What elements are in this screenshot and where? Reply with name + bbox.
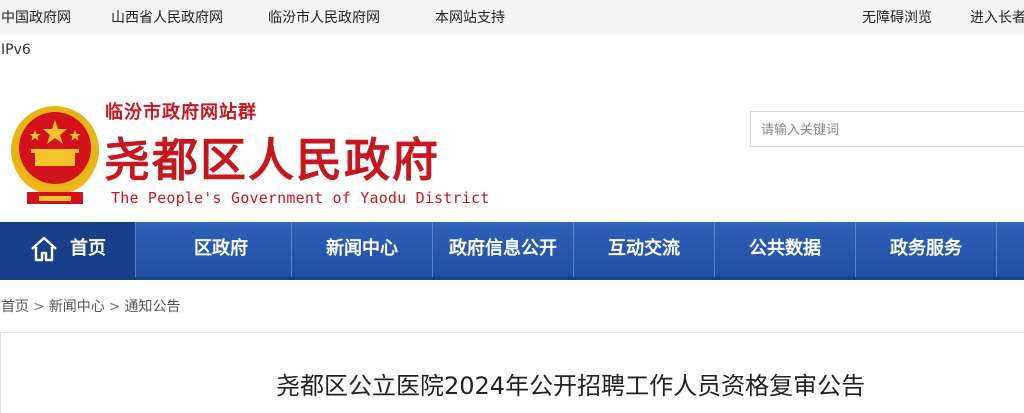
breadcrumb-news[interactable]: 新闻中心 <box>49 299 105 315</box>
nav-item-home[interactable]: 首页 <box>0 222 136 280</box>
article-title: 尧都区公立医院2024年公开招聘工作人员资格复审公告 <box>276 372 866 400</box>
nav-item-gov-info[interactable]: 政府信息公开 <box>433 222 574 280</box>
main-nav: 首页 区政府 新闻中心 政府信息公开 互动交流 公共数据 政务服务 <box>0 222 1024 280</box>
link-linfen-gov[interactable]: 临汾市人民政府网 <box>268 7 380 27</box>
national-emblem-icon <box>11 106 99 204</box>
nav-item-public-data[interactable]: 公共数据 <box>715 222 856 280</box>
site-title: 尧都区人民政府 <box>104 133 440 187</box>
link-site-support[interactable]: 本网站支持 <box>435 7 505 27</box>
breadcrumb-notices[interactable]: 通知公告 <box>124 299 180 315</box>
ipv6-badge: IPv6 <box>1 42 31 58</box>
breadcrumb-home[interactable]: 首页 <box>1 299 29 315</box>
breadcrumb-separator: > <box>108 299 121 315</box>
nav-item-district-gov[interactable]: 区政府 <box>151 222 292 280</box>
top-link-bar: 中国政府网 山西省人民政府网 临汾市人民政府网 本网站支持 无障碍浏览 进入长者 <box>0 0 1024 34</box>
nav-underline <box>0 277 1024 280</box>
site-title-english: The People's Government of Yaodu Distric… <box>111 189 490 207</box>
nav-item-interaction[interactable]: 互动交流 <box>574 222 715 280</box>
link-shanxi-gov[interactable]: 山西省人民政府网 <box>111 7 223 27</box>
site-group-name: 临汾市政府网站群 <box>105 102 257 123</box>
breadcrumb: 首页 > 新闻中心 > 通知公告 <box>1 296 180 316</box>
search-input[interactable] <box>750 111 1024 147</box>
link-elder-mode[interactable]: 进入长者 <box>970 7 1024 27</box>
breadcrumb-separator: > <box>33 299 45 315</box>
nav-home-label: 首页 <box>70 238 106 259</box>
link-accessibility[interactable]: 无障碍浏览 <box>862 7 932 27</box>
nav-item-gov-services[interactable]: 政务服务 <box>856 222 997 280</box>
home-icon <box>31 236 57 262</box>
link-china-gov[interactable]: 中国政府网 <box>1 7 71 27</box>
nav-item-news[interactable]: 新闻中心 <box>292 222 433 280</box>
